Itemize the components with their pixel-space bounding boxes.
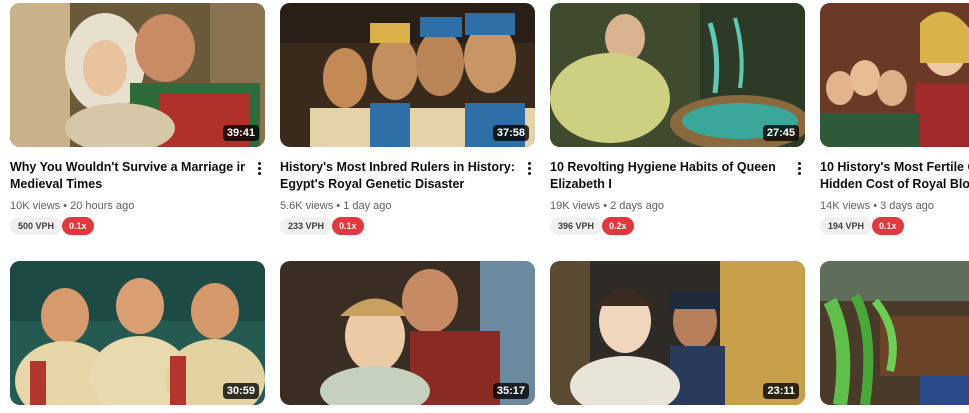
upload-age: 3 days ago [880,200,934,212]
video-title[interactable]: 10 History's Most Fertile Que Hidden Cos… [820,159,969,193]
separator: • [873,200,878,212]
video-meta: 14K views • 3 days ago [820,200,934,212]
video-thumbnail[interactable] [820,261,969,405]
view-count: 19K views [550,200,601,212]
view-count: 5.6K views [280,200,334,212]
video-title[interactable]: 10 Revolting Hygiene Habits of Queen Eli… [550,159,785,193]
upload-age: 1 day ago [343,200,392,212]
view-count: 14K views [820,200,871,212]
video-thumbnail[interactable]: 23:11 [550,261,805,405]
video-duration: 37:58 [492,125,529,141]
more-options-icon[interactable] [522,159,536,177]
video-duration: 23:11 [763,383,799,399]
title-line: Medieval Times [10,177,103,191]
video-thumbnail[interactable]: 35:17 [280,261,535,405]
video-duration: 35:17 [492,383,529,399]
title-line: Elizabeth I [550,177,612,191]
upload-age: 2 days ago [610,200,664,212]
video-meta: 19K views • 2 days ago [550,200,664,212]
title-line: 10 Revolting Hygiene Habits of Queen [550,160,776,174]
video-thumbnail[interactable]: 37:58 [280,3,535,147]
video-duration: 27:45 [762,125,799,141]
vph-badge: 500 VPH [10,217,63,235]
video-thumbnail[interactable]: 39:41 [10,3,265,147]
multiplier-badge: 0.2x [602,217,634,235]
vph-badge: 194 VPH [820,217,873,235]
more-options-icon[interactable] [792,159,806,177]
video-thumbnail[interactable] [820,3,969,147]
video-title[interactable]: Why You Wouldn't Survive a Marriage in M… [10,159,245,193]
title-line: Egypt's Royal Genetic Disaster [280,177,465,191]
multiplier-badge: 0.1x [62,217,94,235]
title-line: Hidden Cost of Royal Bloodli [820,177,969,191]
video-meta: 5.6K views • 1 day ago [280,200,392,212]
title-line: 10 History's Most Fertile Que [820,160,969,174]
thumbnail-image [820,3,969,147]
vph-badge: 233 VPH [280,217,333,235]
video-duration: 39:41 [222,125,259,141]
video-thumbnail[interactable]: 30:59 [10,261,265,405]
upload-age: 20 hours ago [70,200,135,212]
vph-badge: 396 VPH [550,217,603,235]
separator: • [63,200,68,212]
video-meta: 10K views • 20 hours ago [10,200,134,212]
thumbnail-image [820,261,969,405]
separator: • [603,200,608,212]
separator: • [336,200,341,212]
multiplier-badge: 0.1x [332,217,364,235]
video-title[interactable]: History's Most Inbred Rulers in History:… [280,159,515,193]
view-count: 10K views [10,200,61,212]
video-duration: 30:59 [222,383,259,399]
title-line: Why You Wouldn't Survive a Marriage in [10,160,245,174]
video-thumbnail[interactable]: 27:45 [550,3,805,147]
multiplier-badge: 0.1x [872,217,904,235]
title-line: History's Most Inbred Rulers in History: [280,160,515,174]
more-options-icon[interactable] [252,159,266,177]
